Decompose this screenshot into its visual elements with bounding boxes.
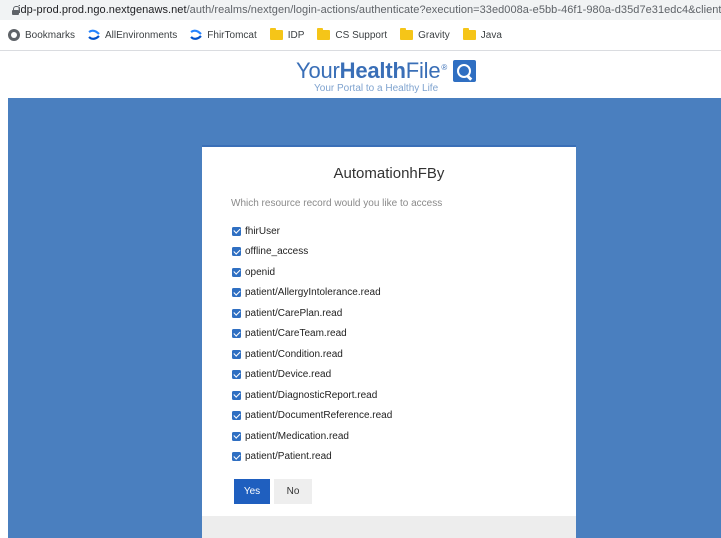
checkbox-checked[interactable] bbox=[232, 349, 241, 359]
logo-prefix: Your bbox=[296, 58, 340, 83]
scope-label: patient/DocumentReference.read bbox=[245, 410, 393, 422]
scope-label: patient/CarePlan.read bbox=[245, 307, 343, 319]
bookmark-label: Bookmarks bbox=[25, 29, 76, 41]
scope-item[interactable]: patient/CarePlan.read bbox=[232, 303, 392, 324]
checkbox-checked[interactable] bbox=[232, 288, 241, 298]
card-footer bbox=[202, 516, 576, 538]
bookmark-gravity[interactable]: Gravity bbox=[400, 28, 450, 41]
magnifier-logo-icon bbox=[453, 60, 477, 82]
scope-item[interactable]: patient/DiagnosticReport.read bbox=[232, 385, 392, 406]
scope-label: patient/Medication.read bbox=[245, 430, 349, 442]
scope-label: fhirUser bbox=[245, 225, 281, 237]
scope-item[interactable]: patient/CareTeam.read bbox=[232, 324, 392, 345]
yourhealthfile-logo: YourHealthFile® bbox=[296, 58, 477, 84]
checkbox-checked[interactable] bbox=[232, 452, 241, 462]
scope-item[interactable]: patient/AllergyIntolerance.read bbox=[232, 283, 392, 304]
scope-label: openid bbox=[245, 266, 276, 278]
client-title: AutomationhFBy bbox=[333, 165, 445, 182]
checkbox-checked[interactable] bbox=[232, 308, 241, 318]
scope-label: patient/AllergyIntolerance.read bbox=[245, 287, 381, 299]
url-text[interactable]: idp-prod.prod.ngo.nextgenaws.net/auth/re… bbox=[18, 4, 721, 16]
checkbox-checked[interactable] bbox=[232, 226, 241, 236]
bookmark-idp[interactable]: IDP bbox=[269, 28, 305, 41]
confluence-icon bbox=[190, 29, 203, 40]
bookmark-label: CS Support bbox=[335, 29, 388, 41]
tagline: Your Portal to a Healthy Life bbox=[314, 83, 439, 94]
bookmark-bookmarks[interactable]: Bookmarks bbox=[8, 29, 75, 41]
address-bar[interactable]: idp-prod.prod.ngo.nextgenaws.net/auth/re… bbox=[0, 0, 721, 20]
checkbox-checked[interactable] bbox=[232, 370, 241, 380]
bookmark-label: Gravity bbox=[418, 29, 450, 41]
bookmark-label: Java bbox=[480, 29, 502, 41]
site-header: YourHealthFile® Your Portal to a Healthy… bbox=[0, 51, 721, 98]
bookmark-allenvironments[interactable]: AllEnvironments bbox=[88, 29, 177, 41]
logo-bold: Health bbox=[339, 58, 406, 83]
scope-item[interactable]: patient/DocumentReference.read bbox=[232, 406, 392, 427]
scope-label: offline_access bbox=[245, 246, 309, 258]
consent-question: Which resource record would you like to … bbox=[231, 198, 443, 209]
scope-item[interactable]: offline_access bbox=[232, 242, 392, 263]
scope-label: patient/Condition.read bbox=[245, 348, 343, 360]
bookmark-cs-support[interactable]: CS Support bbox=[317, 28, 388, 41]
checkbox-checked[interactable] bbox=[232, 267, 241, 277]
folder-icon bbox=[462, 28, 476, 40]
folder-icon bbox=[317, 28, 331, 40]
confluence-icon bbox=[88, 29, 100, 40]
bookmarks-icon bbox=[8, 29, 20, 41]
bookmark-label: FhirTomcat bbox=[207, 29, 257, 41]
scope-item[interactable]: patient/Device.read bbox=[232, 365, 392, 386]
bookmark-label: AllEnvironments bbox=[105, 29, 178, 41]
scope-item[interactable]: fhirUser bbox=[232, 221, 392, 242]
bookmark-java[interactable]: Java bbox=[462, 28, 502, 41]
scope-label: patient/DiagnosticReport.read bbox=[245, 389, 378, 401]
consent-card: AutomationhFBy Which resource record wou… bbox=[202, 145, 576, 538]
url-host: idp-prod.prod.ngo.nextgenaws.net bbox=[18, 4, 187, 16]
logo-suffix: File bbox=[405, 58, 441, 83]
scope-item[interactable]: patient/Medication.read bbox=[232, 426, 392, 447]
checkbox-checked[interactable] bbox=[232, 390, 241, 400]
card-top-border bbox=[202, 145, 576, 147]
no-button[interactable]: No bbox=[274, 479, 312, 504]
bookmark-label: IDP bbox=[287, 29, 305, 41]
scope-label: patient/Device.read bbox=[245, 369, 332, 381]
checkbox-checked[interactable] bbox=[232, 247, 241, 257]
bookmarks-bar: Bookmarks AllEnvironments FhirTomcat IDP… bbox=[0, 20, 721, 51]
folder-icon bbox=[400, 28, 414, 40]
checkbox-checked[interactable] bbox=[232, 329, 241, 339]
scope-label: patient/Patient.read bbox=[245, 451, 332, 463]
scope-item[interactable]: patient/Patient.read bbox=[232, 447, 392, 468]
bookmark-fhirtomcat[interactable]: FhirTomcat bbox=[190, 29, 257, 41]
logo-text: YourHealthFile® bbox=[296, 58, 447, 84]
checkbox-checked[interactable] bbox=[232, 411, 241, 421]
url-path: /auth/realms/nextgen/login-actions/authe… bbox=[186, 4, 721, 16]
folder-icon bbox=[269, 28, 283, 40]
scope-item[interactable]: patient/Condition.read bbox=[232, 344, 392, 365]
checkbox-checked[interactable] bbox=[232, 431, 241, 441]
scope-label: patient/CareTeam.read bbox=[245, 328, 347, 340]
scope-item[interactable]: openid bbox=[232, 262, 392, 283]
yes-button[interactable]: Yes bbox=[234, 479, 270, 504]
scope-list: fhirUser offline_access openid patient/A… bbox=[232, 221, 392, 467]
logo-registered-mark: ® bbox=[441, 62, 448, 72]
